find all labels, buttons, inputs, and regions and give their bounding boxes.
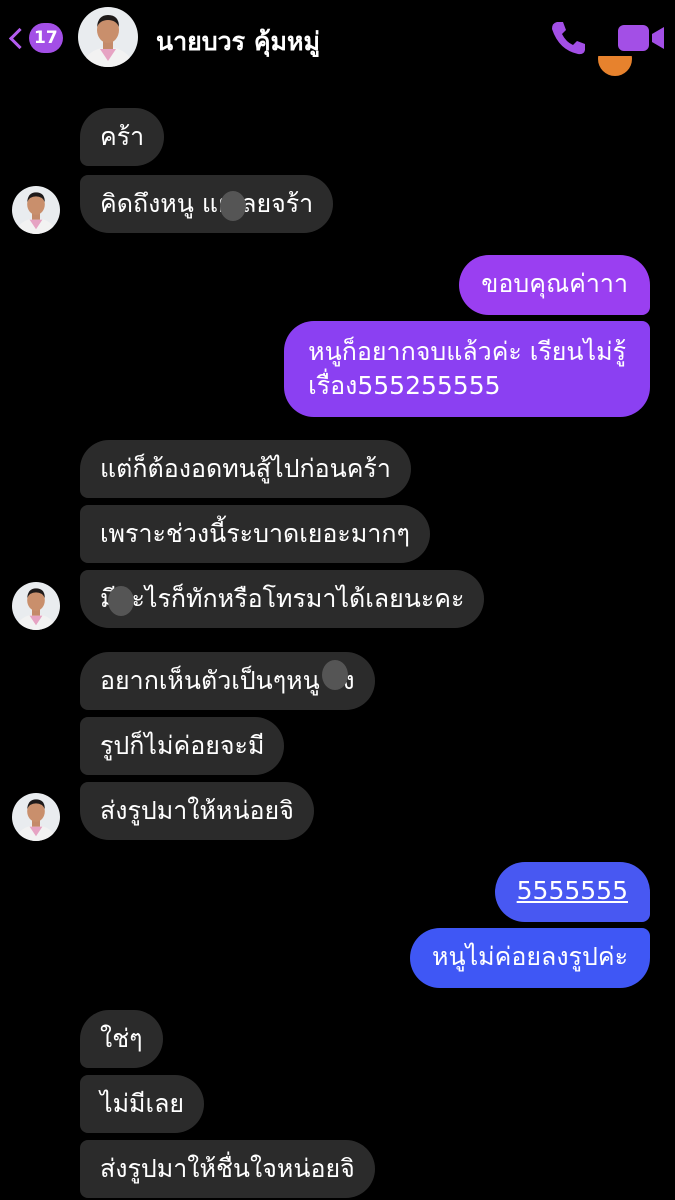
message-incoming[interactable]: ส่งรูปมาให้ชื่นใจหน่อยจิ (80, 1140, 375, 1198)
message-text: คิดถึงหนู แย่เลยจร้า (100, 189, 314, 218)
message-outgoing[interactable]: หนูไม่ค่อยลงรูปค่ะ (410, 928, 650, 988)
censor-blur (220, 191, 246, 221)
message-text: รูปก็ไม่ค่อยจะมี (100, 731, 265, 760)
sender-avatar[interactable] (12, 186, 60, 234)
video-call-icon[interactable] (616, 22, 666, 54)
message-text: ส่งรูปมาให้ชื่นใจหน่อยจิ (100, 1154, 355, 1183)
message-text-line: หนูก็อยากจบแล้วค่ะ เรียนไม่รู้ (308, 337, 626, 366)
message-text: มีอะไรก็ทักหรือโทรมาได้เลยนะคะ (100, 584, 465, 613)
message-incoming[interactable]: รูปก็ไม่ค่อยจะมี (80, 717, 285, 775)
message-outgoing[interactable]: หนูก็อยากจบแล้วค่ะ เรียนไม่รู้ เรื่อง555… (284, 321, 650, 417)
sender-avatar[interactable] (12, 793, 60, 841)
message-incoming[interactable]: อยากเห็นตัวเป็นๆหนู จัง (80, 652, 375, 710)
message-text: เพราะช่วงนี้ระบาดเยอะมากๆ (100, 519, 410, 548)
message-outgoing[interactable]: 5555555 (494, 862, 650, 922)
message-text: แต่ก็ต้องอดทนสู้ไปก่อนคร้า (100, 454, 391, 483)
message-incoming[interactable]: ใช่ๆ (80, 1010, 163, 1068)
censor-blur (322, 660, 348, 690)
message-incoming[interactable]: ส่งรูปมาให้หน่อยจิ (80, 782, 314, 840)
message-text-line: เรื่อง555255555 (308, 371, 501, 400)
message-text: คร้า (100, 122, 145, 151)
message-incoming[interactable]: มีอะไรก็ทักหรือโทรมาได้เลยนะคะ (80, 570, 485, 628)
message-text: ใช่ๆ (100, 1024, 143, 1053)
chat-header: 17 นายบวร คุ้มหมู่ (0, 0, 675, 78)
sender-avatar[interactable] (12, 582, 60, 630)
message-incoming[interactable]: เพราะช่วงนี้ระบาดเยอะมากๆ (80, 505, 430, 563)
message-text: หนูไม่ค่อยลงรูปค่ะ (432, 942, 628, 971)
phone-call-icon[interactable] (548, 18, 588, 58)
unread-count-badge: 17 (29, 23, 63, 53)
message-text: ขอบคุณค่าาา (481, 269, 628, 298)
back-button[interactable]: 17 (6, 22, 63, 54)
message-text: ส่งรูปมาให้หน่อยจิ (100, 796, 294, 825)
censor-blur (108, 586, 134, 616)
message-outgoing[interactable]: ขอบคุณค่าาา (459, 255, 650, 315)
chevron-left-icon (8, 27, 31, 49)
contact-name[interactable]: นายบวร คุ้มหมู่ (156, 22, 320, 62)
partial-avatar (598, 56, 632, 78)
message-incoming[interactable]: คร้า (80, 108, 165, 166)
message-incoming[interactable]: แต่ก็ต้องอดทนสู้ไปก่อนคร้า (80, 440, 411, 498)
message-link[interactable]: 5555555 (517, 876, 628, 905)
message-incoming[interactable]: ไม่มีเลย (80, 1075, 205, 1133)
message-text: อยากเห็นตัวเป็นๆหนู จัง (100, 666, 355, 695)
contact-avatar[interactable] (78, 7, 138, 67)
message-text: ไม่มีเลย (100, 1089, 185, 1118)
message-incoming[interactable]: คิดถึงหนู แย่เลยจร้า (80, 175, 334, 233)
